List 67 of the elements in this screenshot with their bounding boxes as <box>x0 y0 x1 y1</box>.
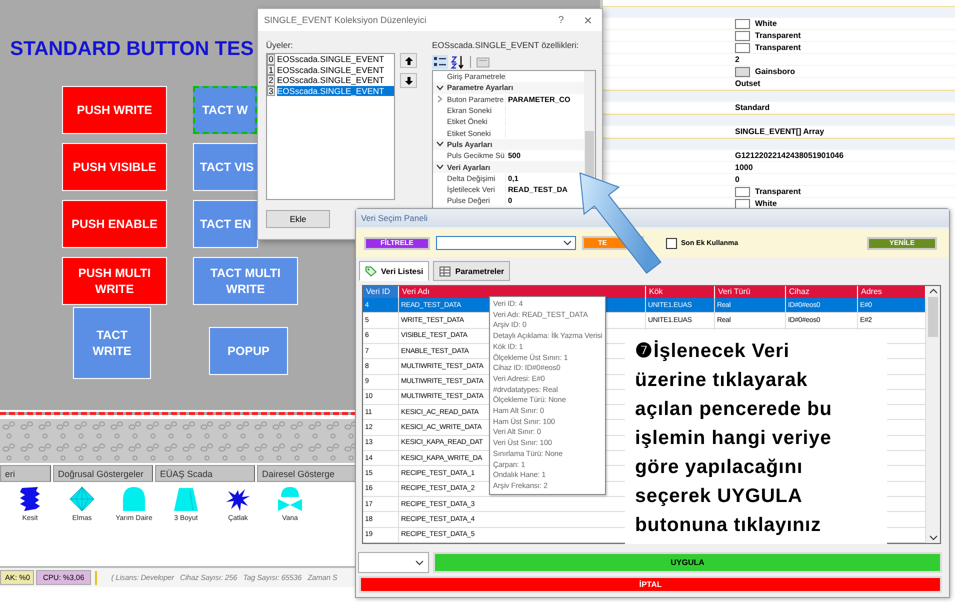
toolbox-tab[interactable]: eri <box>0 465 51 482</box>
dropdown-field[interactable] <box>358 552 429 573</box>
down-arrow-icon <box>404 76 412 84</box>
add-button[interactable]: Ekle <box>266 210 330 228</box>
up-arrow-icon <box>404 56 412 64</box>
property-value: 0 <box>735 175 740 184</box>
property-value: SINGLE_EVENT[] Array <box>735 127 824 136</box>
canvas-button[interactable]: PUSH WRITE <box>62 86 167 134</box>
apply-button[interactable]: UYGULA <box>433 552 942 573</box>
property-value: Gainsboro <box>755 67 796 76</box>
diamond-shape-icon[interactable] <box>68 486 96 512</box>
member-item[interactable]: 2 EOSscada.SINGLE_EVENT <box>267 75 394 86</box>
property-value: Transparent <box>755 187 801 196</box>
property-value: G12122022142438051901046 <box>735 151 844 160</box>
property-value: White <box>755 199 777 208</box>
canvas-title: STANDARD BUTTON TES <box>10 38 254 61</box>
column-header[interactable]: Veri ID <box>363 286 399 298</box>
properties-label: EOSscada.SINGLE_EVENT özellikleri: <box>432 40 580 52</box>
property-value: 1000 <box>735 163 753 172</box>
dome-shape-icon[interactable] <box>120 486 148 512</box>
table-icon <box>439 266 452 276</box>
canvas-button[interactable]: TACT WRITE <box>73 307 151 379</box>
sort-icon[interactable] <box>450 54 466 68</box>
dropdown-caret-icon <box>563 240 572 246</box>
property-value: White <box>755 19 777 28</box>
canvas-button[interactable]: PUSH MULTI WRITE <box>62 257 167 305</box>
callout-tooltip: ❼İşlenecek Veri üzerine tıklayarak açılan pencerede bu işlemin hangi veriye göre yapılacağını seçerek UYGULA butonuna tıklayınız <box>625 330 887 544</box>
canvas-button[interactable]: TACT MULTI WRITE <box>193 257 298 305</box>
property-value: Transparent <box>755 43 801 52</box>
member-item[interactable]: 0 EOSscada.SINGLE_EVENT <box>267 54 394 64</box>
toolbox-tab[interactable]: Doğrusal Göstergeler <box>53 465 153 482</box>
chevron-icon[interactable] <box>436 84 444 91</box>
tab[interactable]: Veri Listesi <box>359 261 430 281</box>
toolbox-tab[interactable]: Dairesel Gösterge <box>257 465 357 482</box>
move-up-button[interactable] <box>400 53 417 68</box>
toolbox-tab[interactable]: EÜAŞ Scada <box>155 465 255 482</box>
cancel-button[interactable]: İPTAL <box>359 576 942 593</box>
canvas-button[interactable]: PUSH ENABLE <box>62 200 167 248</box>
window-title: Veri Seçim Paneli <box>361 213 428 223</box>
chevron-icon[interactable] <box>436 141 444 148</box>
filter-combobox[interactable] <box>436 236 576 250</box>
property-value: 2 <box>735 55 740 64</box>
checkbox[interactable] <box>666 238 677 248</box>
property-value: Outset <box>735 79 760 88</box>
close-button[interactable]: × <box>584 12 592 28</box>
canvas-button[interactable]: PUSH VISIBLE <box>62 143 167 191</box>
categorized-view-icon[interactable] <box>432 54 448 68</box>
scrollbar[interactable] <box>926 286 940 543</box>
property-value: Standard <box>735 103 770 112</box>
scroll-up-icon <box>928 288 938 294</box>
canvas-button[interactable]: TACT EN <box>193 200 258 248</box>
dropdown-caret-icon <box>415 560 424 566</box>
tag-icon <box>365 266 377 276</box>
property-value: Transparent <box>755 31 801 40</box>
tab[interactable]: Parametreler <box>433 261 510 281</box>
property-pages-icon[interactable] <box>475 54 491 68</box>
window-title: SINGLE_EVENT Koleksiyon Düzenleyici <box>264 15 428 25</box>
canvas-button[interactable]: TACT W <box>193 86 257 134</box>
help-button[interactable]: ? <box>558 14 564 26</box>
trapezoid-shape-icon[interactable] <box>172 486 200 512</box>
chevron-icon[interactable] <box>436 164 444 170</box>
move-down-button[interactable] <box>400 73 417 88</box>
canvas-button[interactable]: POPUP <box>209 327 288 375</box>
members-label: Üyeler: <box>266 40 294 52</box>
scroll-down-icon <box>928 535 938 541</box>
scroll-thumb[interactable] <box>928 297 938 337</box>
valve-shape-icon[interactable] <box>276 486 304 512</box>
